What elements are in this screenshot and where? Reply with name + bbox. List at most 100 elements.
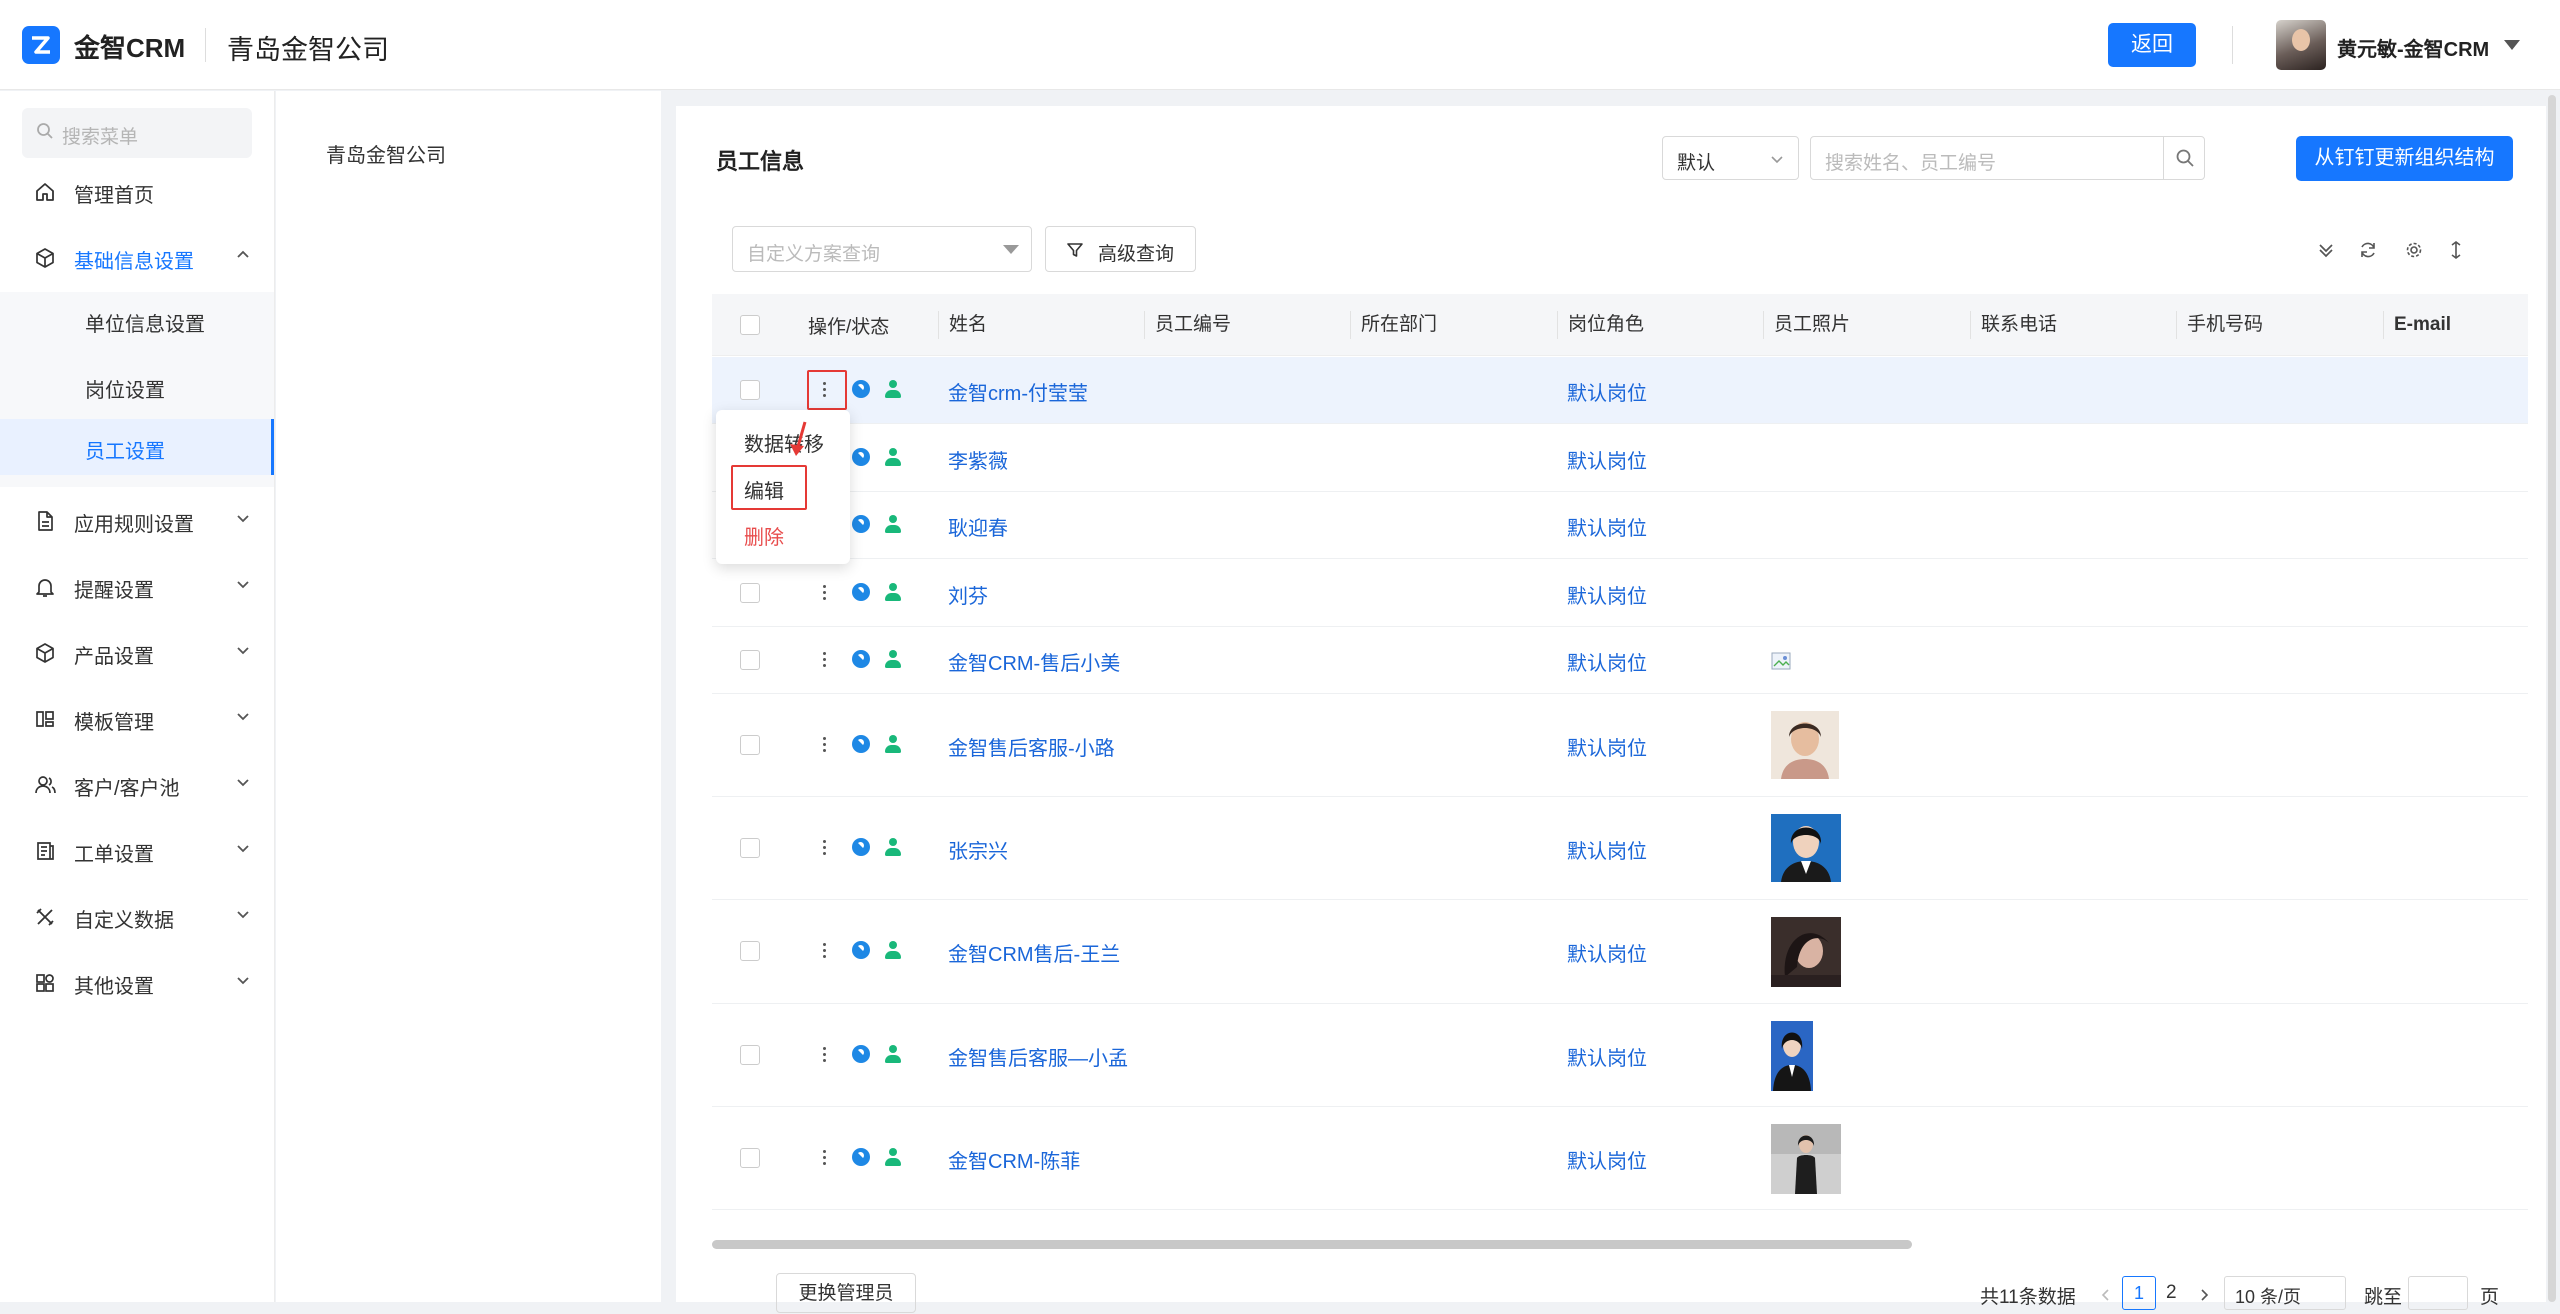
employee-name-link[interactable]: 金智CRM售后-王兰 [948,938,1120,967]
table-row[interactable]: 金智crm-付莹莹 默认岗位 [712,357,2528,424]
menu-search-input[interactable]: 搜索菜单 [22,108,252,158]
sidebar-item-products[interactable]: 产品设置 [0,627,274,677]
vertical-scrollbar[interactable] [2548,95,2556,1302]
column-header[interactable]: 员工照片 [1763,311,1850,339]
select-all-checkbox[interactable] [740,315,760,335]
employee-search-input[interactable]: 搜索姓名、员工编号 [1810,136,2205,180]
table-row[interactable]: 金智CRM-陈菲 默认岗位 [712,1107,2528,1210]
row-checkbox[interactable] [740,1045,760,1065]
more-actions-icon[interactable] [819,585,829,603]
employee-name-link[interactable]: 耿迎春 [948,512,1008,541]
next-page-icon[interactable] [2198,1288,2210,1302]
employee-photo[interactable] [1771,711,1839,779]
sidebar-item-templates[interactable]: 模板管理 [0,693,274,743]
user-name[interactable]: 黄元敏-金智CRM [2337,33,2489,62]
row-checkbox[interactable] [740,583,760,603]
employee-role-link[interactable]: 默认岗位 [1567,512,1647,541]
employee-role-link[interactable]: 默认岗位 [1567,1042,1647,1071]
custom-plan-select[interactable]: 自定义方案查询 [732,226,1032,272]
sidebar-item-custom-data[interactable]: 自定义数据 [0,891,274,941]
scrollbar-thumb[interactable] [2548,95,2556,1302]
page-2-button[interactable]: 2 [2166,1282,2177,1304]
employee-name-link[interactable]: 金智CRM-售后小美 [948,647,1120,676]
column-header[interactable]: 姓名 [938,311,987,339]
row-checkbox[interactable] [740,650,760,670]
sidebar-subitem-employees[interactable]: 员工设置 [0,419,274,475]
column-header[interactable]: 员工编号 [1144,311,1231,339]
org-tree-root[interactable]: 青岛金智公司 [326,139,446,168]
goto-page-input[interactable] [2408,1276,2468,1310]
table-row[interactable]: 金智CRM售后-王兰 默认岗位 [712,900,2528,1004]
more-actions-icon[interactable] [819,652,829,670]
menu-item-delete[interactable]: 删除 [744,521,784,550]
menu-item-edit[interactable]: 编辑 [744,475,784,504]
employee-role-link[interactable]: 默认岗位 [1567,835,1647,864]
table-row[interactable]: 金智售后客服—小孟 默认岗位 [712,1004,2528,1107]
more-actions-icon[interactable] [819,840,829,858]
column-height-icon[interactable] [2446,240,2466,260]
prev-page-icon[interactable] [2100,1288,2112,1302]
employee-name-link[interactable]: 金智CRM-陈菲 [948,1145,1080,1174]
search-button[interactable] [2163,137,2205,179]
advanced-query-button[interactable]: 高级查询 [1045,226,1196,272]
sidebar-item-tickets[interactable]: 工单设置 [0,825,274,875]
row-checkbox[interactable] [740,1148,760,1168]
table-row[interactable]: 张宗兴 默认岗位 [712,797,2528,900]
column-header[interactable]: 岗位角色 [1557,311,1644,339]
change-admin-button[interactable]: 更换管理员 [776,1273,916,1313]
row-checkbox[interactable] [740,838,760,858]
employee-role-link[interactable]: 默认岗位 [1567,377,1647,406]
sidebar-item-reminders[interactable]: 提醒设置 [0,561,274,611]
employee-role-link[interactable]: 默认岗位 [1567,580,1647,609]
sidebar-subitem-unit-info[interactable]: 单位信息设置 [0,292,274,348]
sidebar-subitem-positions[interactable]: 岗位设置 [0,358,274,414]
employee-role-link[interactable]: 默认岗位 [1567,647,1647,676]
employee-role-link[interactable]: 默认岗位 [1567,1145,1647,1174]
sidebar-item-other-settings[interactable]: 其他设置 [0,957,274,1007]
employee-photo[interactable] [1771,1124,1841,1194]
collapse-icon[interactable] [2316,240,2336,260]
sidebar-item-home[interactable]: 管理首页 [0,166,274,216]
employee-photo[interactable] [1771,1021,1813,1091]
column-header[interactable]: 手机号码 [2176,311,2263,339]
row-checkbox[interactable] [740,380,760,400]
more-actions-icon[interactable] [819,737,829,755]
employee-name-link[interactable]: 刘芬 [948,580,988,609]
more-actions-icon[interactable] [819,1150,829,1168]
page-size-select[interactable]: 10 条/页 [2224,1276,2346,1310]
table-row[interactable]: 刘芬 默认岗位 [712,559,2528,627]
employee-role-link[interactable]: 默认岗位 [1567,445,1647,474]
more-actions-icon[interactable] [819,382,829,400]
row-checkbox[interactable] [740,735,760,755]
table-row[interactable]: 金智售后客服-小路 默认岗位 [712,694,2528,797]
column-header[interactable]: E-mail [2383,311,2451,339]
employee-photo[interactable] [1771,917,1841,987]
caret-down-icon[interactable] [2504,40,2520,50]
more-actions-icon[interactable] [819,1047,829,1065]
employee-role-link[interactable]: 默认岗位 [1567,938,1647,967]
sidebar-item-app-rules[interactable]: 应用规则设置 [0,495,274,545]
column-header[interactable]: 所在部门 [1350,311,1437,339]
employee-name-link[interactable]: 金智售后客服-小路 [948,732,1115,761]
employee-role-link[interactable]: 默认岗位 [1567,732,1647,761]
filter-select[interactable]: 默认 [1662,136,1799,180]
row-checkbox[interactable] [740,941,760,961]
back-button[interactable]: 返回 [2108,23,2196,67]
more-actions-icon[interactable] [819,943,829,961]
employee-name-link[interactable]: 李紫薇 [948,445,1008,474]
table-row[interactable]: 李紫薇 默认岗位 [712,424,2528,492]
page-1-button[interactable]: 1 [2122,1276,2156,1310]
employee-name-link[interactable]: 张宗兴 [948,835,1008,864]
employee-name-link[interactable]: 金智crm-付莹莹 [948,377,1088,406]
table-row[interactable]: 耿迎春 默认岗位 [712,492,2528,559]
employee-photo[interactable] [1771,814,1841,882]
sidebar-item-customers[interactable]: 客户/客户池 [0,759,274,809]
sync-dingtalk-button[interactable]: 从钉钉更新组织结构 [2296,136,2513,181]
column-header[interactable]: 联系电话 [1970,311,2057,339]
sidebar-item-basic-info[interactable]: 基础信息设置 [0,232,274,282]
table-row[interactable]: 金智CRM-售后小美 默认岗位 [712,627,2528,694]
refresh-icon[interactable] [2358,240,2378,260]
horizontal-scrollbar[interactable] [712,1240,1912,1249]
user-avatar[interactable] [2276,20,2326,70]
employee-name-link[interactable]: 金智售后客服—小孟 [948,1042,1128,1071]
